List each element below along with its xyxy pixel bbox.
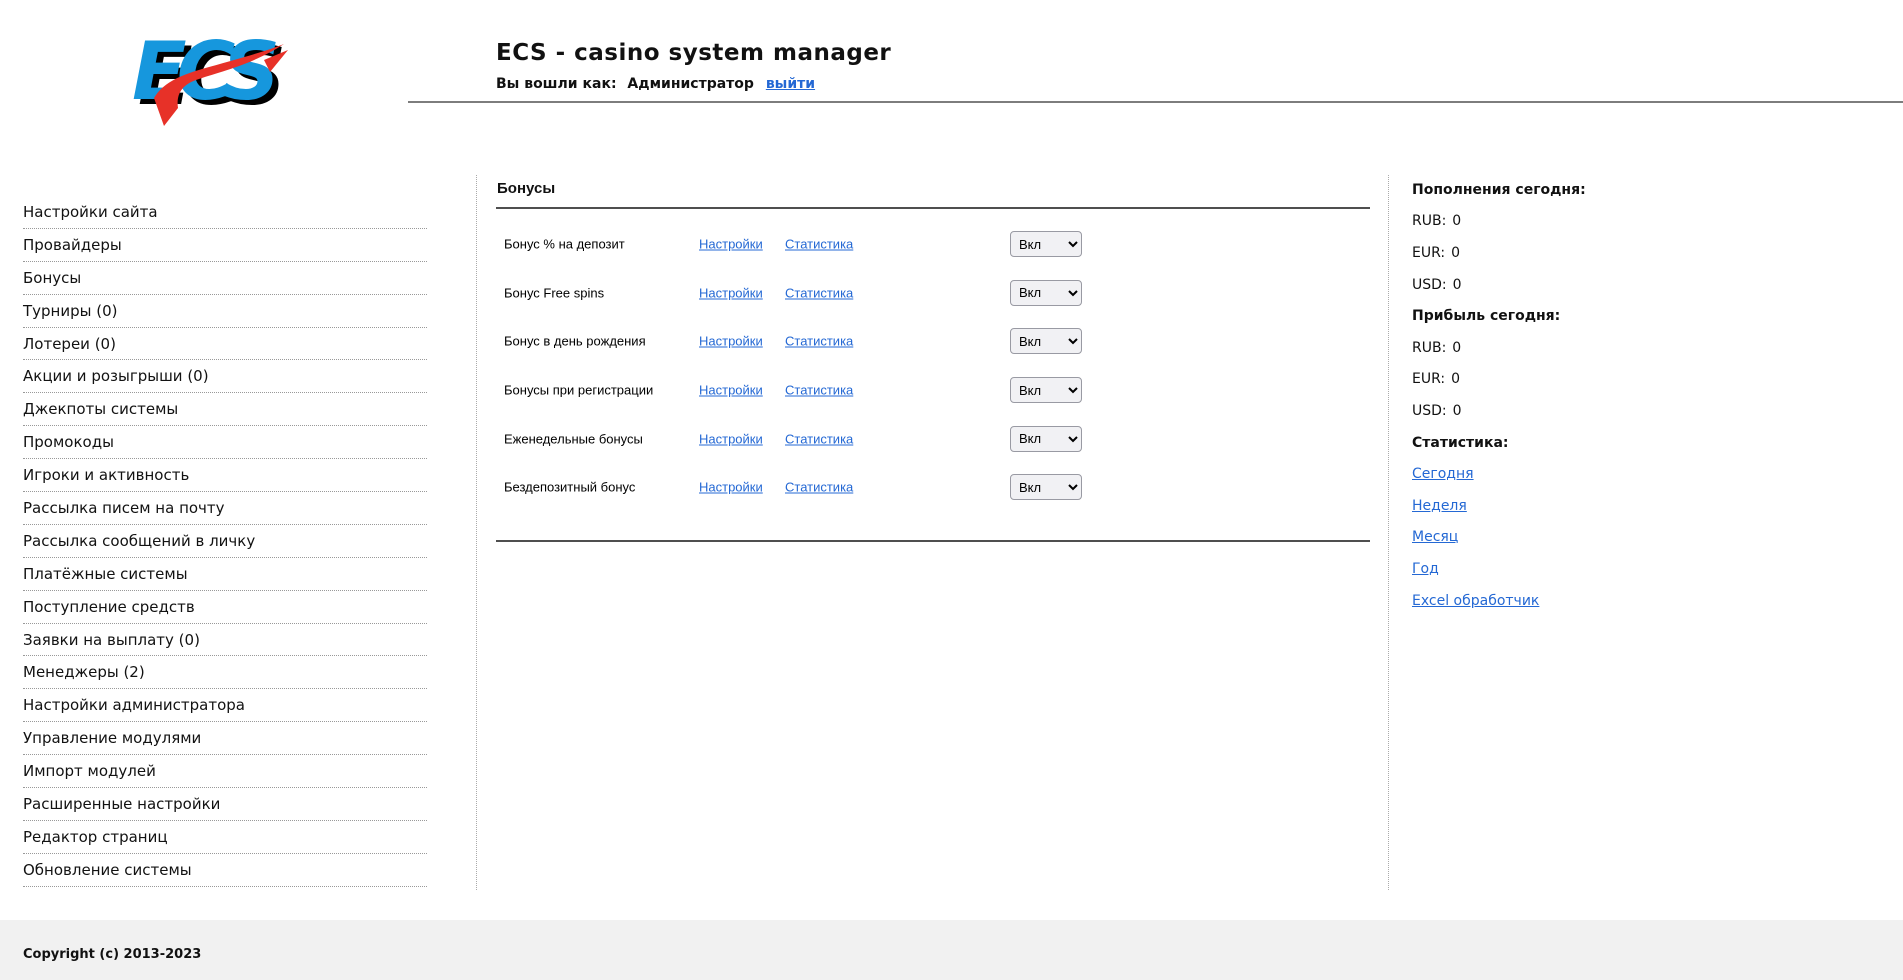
bonus-toggle-select[interactable]: Вкл	[1010, 377, 1082, 403]
logout-link[interactable]: выйти	[766, 76, 815, 92]
stats-link-month[interactable]: Месяц	[1412, 529, 1458, 545]
currency-label: EUR:	[1412, 245, 1445, 261]
login-user: Администратор	[627, 76, 754, 92]
divider-sidebar-main	[476, 175, 477, 890]
sidebar-item-managers[interactable]: Менеджеры (2)	[23, 656, 427, 689]
bonus-row-free-spins: Бонус Free spins Настройки Статистика Вк…	[496, 269, 1370, 318]
bonuses-bottom-divider	[496, 540, 1370, 542]
sidebar-item-page-editor[interactable]: Редактор страниц	[23, 821, 427, 854]
currency-label: RUB:	[1412, 213, 1446, 229]
bonus-toggle-select[interactable]: Вкл	[1010, 231, 1082, 257]
settings-link[interactable]: Настройки	[699, 480, 763, 495]
statistics-header: Статистика:	[1412, 427, 1732, 459]
bonus-name: Бонусы при регистрации	[504, 383, 653, 398]
sidebar-item-providers[interactable]: Провайдеры	[23, 229, 427, 262]
sidebar-item-email-mailing[interactable]: Рассылка писем на почту	[23, 492, 427, 525]
statistics-link[interactable]: Статистика	[785, 480, 853, 495]
sidebar-item-payment-systems[interactable]: Платёжные системы	[23, 558, 427, 591]
deposit-usd-line: USD: 0	[1412, 269, 1732, 301]
bonus-toggle-select[interactable]: Вкл	[1010, 280, 1082, 306]
login-status: Вы вошли как: Администратор выйти	[496, 76, 815, 92]
sidebar-item-jackpots[interactable]: Джекпоты системы	[23, 393, 427, 426]
bonuses-heading: Бонусы	[496, 172, 1370, 197]
sidebar-item-bonuses[interactable]: Бонусы	[23, 262, 427, 295]
stats-link-week[interactable]: Неделя	[1412, 498, 1467, 514]
bonus-toggle-select[interactable]: Вкл	[1010, 328, 1082, 354]
sidebar-item-module-import[interactable]: Импорт модулей	[23, 755, 427, 788]
footer: Copyright (c) 2013-2023	[0, 920, 1903, 980]
statistics-link[interactable]: Статистика	[785, 431, 853, 446]
bonuses-section: Бонусы Бонус % на депозит Настройки Стат…	[496, 172, 1370, 197]
currency-value: 0	[1453, 403, 1462, 419]
stats-link-today[interactable]: Сегодня	[1412, 466, 1474, 482]
settings-link[interactable]: Настройки	[699, 285, 763, 300]
sidebar-item-payout-requests[interactable]: Заявки на выплату (0)	[23, 624, 427, 657]
sidebar-item-site-settings[interactable]: Настройки сайта	[23, 196, 427, 229]
currency-value: 0	[1451, 371, 1460, 387]
sidebar-menu: Настройки сайта Провайдеры Бонусы Турнир…	[23, 196, 427, 887]
sidebar-item-incoming-funds[interactable]: Поступление средств	[23, 591, 427, 624]
bonus-name: Еженедельные бонусы	[504, 431, 643, 446]
currency-label: USD:	[1412, 277, 1447, 293]
divider-main-right	[1388, 175, 1389, 890]
bonus-name: Бонус в день рождения	[504, 334, 646, 349]
bonus-row-birthday: Бонус в день рождения Настройки Статисти…	[496, 317, 1370, 366]
stats-link-year[interactable]: Год	[1412, 561, 1439, 577]
sidebar-item-pm-mailing[interactable]: Рассылка сообщений в личку	[23, 525, 427, 558]
deposit-rub-line: RUB: 0	[1412, 206, 1732, 238]
page-title: ECS - casino system manager	[496, 40, 891, 66]
currency-value: 0	[1453, 277, 1462, 293]
currency-value: 0	[1452, 340, 1461, 356]
currency-value: 0	[1452, 213, 1461, 229]
sidebar-item-module-management[interactable]: Управление модулями	[23, 722, 427, 755]
bonus-name: Бонус % на депозит	[504, 237, 625, 252]
settings-link[interactable]: Настройки	[699, 383, 763, 398]
statistics-link[interactable]: Статистика	[785, 334, 853, 349]
profit-today-header: Прибыль сегодня:	[1412, 300, 1732, 332]
statistics-link[interactable]: Статистика	[785, 383, 853, 398]
currency-label: RUB:	[1412, 340, 1446, 356]
currency-label: EUR:	[1412, 371, 1445, 387]
sidebar-item-advanced-settings[interactable]: Расширенные настройки	[23, 788, 427, 821]
sidebar-item-tournaments[interactable]: Турниры (0)	[23, 295, 427, 328]
currency-value: 0	[1451, 245, 1460, 261]
bonus-name: Бонус Free spins	[504, 285, 604, 300]
stats-panel: Пополнения сегодня: RUB: 0 EUR: 0 USD: 0…	[1412, 174, 1732, 616]
ecs-logo: ECS ECS	[118, 14, 288, 126]
deposit-eur-line: EUR: 0	[1412, 237, 1732, 269]
sidebar-item-admin-settings[interactable]: Настройки администратора	[23, 689, 427, 722]
deposits-today-header: Пополнения сегодня:	[1412, 174, 1732, 206]
settings-link[interactable]: Настройки	[699, 431, 763, 446]
settings-link[interactable]: Настройки	[699, 334, 763, 349]
bonus-row-weekly: Еженедельные бонусы Настройки Статистика…	[496, 414, 1370, 463]
profit-rub-line: RUB: 0	[1412, 332, 1732, 364]
bonus-row-registration: Бонусы при регистрации Настройки Статист…	[496, 366, 1370, 415]
sidebar-item-players-activity[interactable]: Игроки и активность	[23, 459, 427, 492]
statistics-link[interactable]: Статистика	[785, 237, 853, 252]
settings-link[interactable]: Настройки	[699, 237, 763, 252]
statistics-link[interactable]: Статистика	[785, 285, 853, 300]
bonus-name: Бездепозитный бонус	[504, 480, 635, 495]
bonus-row-deposit-percent: Бонус % на депозит Настройки Статистика …	[496, 220, 1370, 269]
profit-usd-line: USD: 0	[1412, 395, 1732, 427]
bonus-toggle-select[interactable]: Вкл	[1010, 426, 1082, 452]
bonus-rows: Бонус % на депозит Настройки Статистика …	[496, 220, 1370, 512]
currency-label: USD:	[1412, 403, 1447, 419]
bonuses-top-divider	[496, 207, 1370, 209]
login-label: Вы вошли как:	[496, 76, 617, 92]
profit-eur-line: EUR: 0	[1412, 364, 1732, 396]
sidebar-item-promocodes[interactable]: Промокоды	[23, 426, 427, 459]
bonus-toggle-select[interactable]: Вкл	[1010, 474, 1082, 500]
bonus-row-no-deposit: Бездепозитный бонус Настройки Статистика…	[496, 463, 1370, 512]
header-divider	[408, 101, 1903, 103]
stats-link-excel[interactable]: Excel обработчик	[1412, 593, 1539, 609]
sidebar-item-promotions[interactable]: Акции и розыгрыши (0)	[23, 360, 427, 393]
sidebar-item-system-update[interactable]: Обновление системы	[23, 854, 427, 887]
sidebar-item-lotteries[interactable]: Лотереи (0)	[23, 328, 427, 361]
